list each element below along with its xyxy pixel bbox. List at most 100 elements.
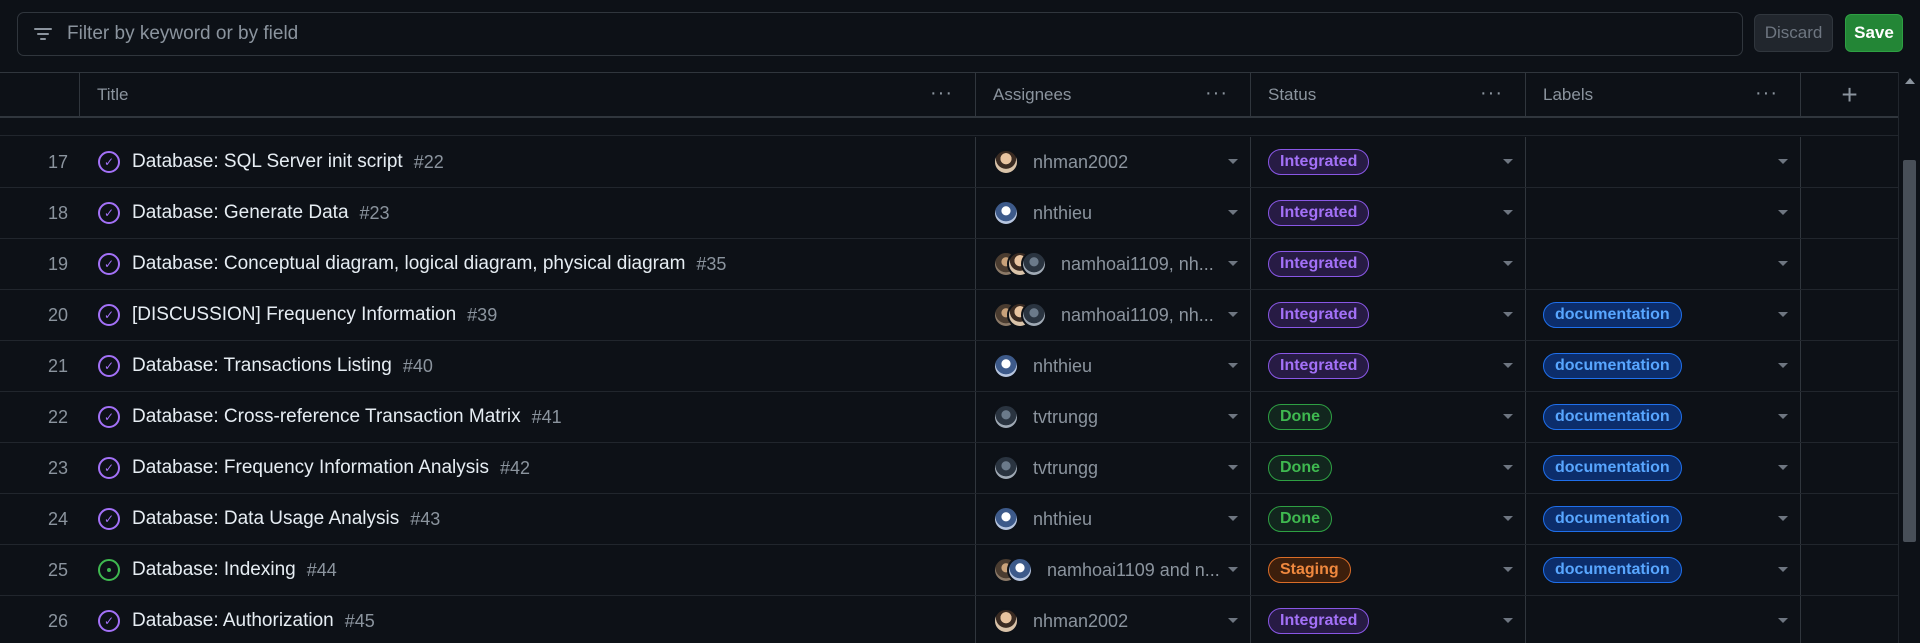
- chevron-down-icon[interactable]: [1503, 363, 1513, 368]
- issue-title-link[interactable]: Database: Transactions Listing: [132, 355, 392, 377]
- title-cell[interactable]: ✓ Database: Data Usage Analysis #43: [80, 494, 976, 544]
- chevron-down-icon[interactable]: [1228, 414, 1238, 419]
- status-cell[interactable]: Done: [1251, 494, 1526, 544]
- table-row[interactable]: 24 ✓ Database: Data Usage Analysis #43 nhthi…: [0, 494, 1898, 545]
- table-row[interactable]: 17 ✓ Database: SQL Server init script #22 nh…: [0, 137, 1898, 188]
- chevron-down-icon[interactable]: [1503, 414, 1513, 419]
- title-cell[interactable]: ✓ Database: Authorization #45: [80, 596, 976, 643]
- filter-input[interactable]: [67, 23, 1667, 45]
- issue-title-link[interactable]: [DISCUSSION] Frequency Information: [132, 304, 456, 326]
- assignees-cell[interactable]: tvtrungg: [976, 443, 1251, 493]
- chevron-down-icon[interactable]: [1228, 567, 1238, 572]
- status-cell[interactable]: Integrated: [1251, 239, 1526, 289]
- issue-title-link[interactable]: Database: Cross-reference Transaction Ma…: [132, 406, 521, 428]
- table-row[interactable]: 21 ✓ Database: Transactions Listing #40 nhth…: [0, 341, 1898, 392]
- chevron-down-icon[interactable]: [1503, 618, 1513, 623]
- chevron-down-icon[interactable]: [1778, 210, 1788, 215]
- chevron-down-icon[interactable]: [1228, 210, 1238, 215]
- vertical-scrollbar[interactable]: [1898, 72, 1920, 643]
- chevron-down-icon[interactable]: [1778, 261, 1788, 266]
- chevron-down-icon[interactable]: [1778, 567, 1788, 572]
- issue-title-link[interactable]: Database: Conceptual diagram, logical di…: [132, 253, 685, 275]
- scroll-up-arrow-icon[interactable]: [1905, 78, 1915, 84]
- column-menu-icon[interactable]: ···: [930, 83, 953, 103]
- labels-cell[interactable]: documentation: [1526, 341, 1801, 391]
- chevron-down-icon[interactable]: [1778, 159, 1788, 164]
- labels-cell[interactable]: documentation: [1526, 494, 1801, 544]
- chevron-down-icon[interactable]: [1503, 159, 1513, 164]
- chevron-down-icon[interactable]: [1228, 159, 1238, 164]
- table-row[interactable]: 22 ✓ Database: Cross-reference Transaction…: [0, 392, 1898, 443]
- status-cell[interactable]: Integrated: [1251, 188, 1526, 238]
- chevron-down-icon[interactable]: [1503, 465, 1513, 470]
- title-cell[interactable]: ✓ Database: Transactions Listing #40: [80, 341, 976, 391]
- labels-cell[interactable]: documentation: [1526, 392, 1801, 442]
- column-menu-icon[interactable]: ···: [1480, 83, 1503, 103]
- column-header-status[interactable]: Status ···: [1251, 73, 1526, 117]
- issue-title-link[interactable]: Database: Indexing: [132, 559, 296, 581]
- table-row[interactable]: 25 Database: Indexing #44 namhoai1109 and n…: [0, 545, 1898, 596]
- issue-title-link[interactable]: Database: Generate Data: [132, 202, 349, 224]
- issue-title-link[interactable]: Database: Authorization: [132, 610, 334, 632]
- status-cell[interactable]: Integrated: [1251, 341, 1526, 391]
- assignees-cell[interactable]: nhthieu: [976, 494, 1251, 544]
- status-cell[interactable]: Done: [1251, 443, 1526, 493]
- column-header-assignees[interactable]: Assignees ···: [976, 73, 1251, 117]
- column-menu-icon[interactable]: ···: [1205, 83, 1228, 103]
- chevron-down-icon[interactable]: [1778, 414, 1788, 419]
- assignees-cell[interactable]: nhthieu: [976, 188, 1251, 238]
- filter-input-box[interactable]: [17, 12, 1743, 56]
- status-cell[interactable]: Integrated: [1251, 290, 1526, 340]
- labels-cell[interactable]: [1526, 188, 1801, 238]
- chevron-down-icon[interactable]: [1778, 618, 1788, 623]
- table-row[interactable]: 23 ✓ Database: Frequency Information Analy…: [0, 443, 1898, 494]
- column-menu-icon[interactable]: ···: [1755, 83, 1778, 103]
- chevron-down-icon[interactable]: [1228, 618, 1238, 623]
- chevron-down-icon[interactable]: [1503, 261, 1513, 266]
- chevron-down-icon[interactable]: [1503, 567, 1513, 572]
- labels-cell[interactable]: [1526, 137, 1801, 187]
- issue-title-link[interactable]: Database: Frequency Information Analysis: [132, 457, 489, 479]
- save-button[interactable]: Save: [1845, 14, 1903, 52]
- assignees-cell[interactable]: tvtrungg: [976, 392, 1251, 442]
- labels-cell[interactable]: [1526, 596, 1801, 643]
- chevron-down-icon[interactable]: [1228, 312, 1238, 317]
- labels-cell[interactable]: documentation: [1526, 545, 1801, 595]
- title-cell[interactable]: Database: Indexing #44: [80, 545, 976, 595]
- chevron-down-icon[interactable]: [1228, 261, 1238, 266]
- add-field-plus-icon[interactable]: +: [1801, 73, 1898, 117]
- status-cell[interactable]: Staging: [1251, 545, 1526, 595]
- labels-cell[interactable]: documentation: [1526, 290, 1801, 340]
- assignees-cell[interactable]: nhman2002: [976, 137, 1251, 187]
- chevron-down-icon[interactable]: [1503, 312, 1513, 317]
- labels-cell[interactable]: [1526, 239, 1801, 289]
- chevron-down-icon[interactable]: [1778, 312, 1788, 317]
- labels-cell[interactable]: documentation: [1526, 443, 1801, 493]
- status-cell[interactable]: Integrated: [1251, 596, 1526, 643]
- chevron-down-icon[interactable]: [1503, 210, 1513, 215]
- chevron-down-icon[interactable]: [1778, 363, 1788, 368]
- chevron-down-icon[interactable]: [1778, 465, 1788, 470]
- discard-button[interactable]: Discard: [1754, 14, 1833, 52]
- table-row[interactable]: 19 ✓ Database: Conceptual diagram, logical…: [0, 239, 1898, 290]
- scrollbar-thumb[interactable]: [1903, 160, 1916, 542]
- status-cell[interactable]: Integrated: [1251, 137, 1526, 187]
- title-cell[interactable]: ✓ Database: SQL Server init script #22: [80, 137, 976, 187]
- table-row[interactable]: 20 ✓ [DISCUSSION] Frequency Information #39…: [0, 290, 1898, 341]
- title-cell[interactable]: ✓ [DISCUSSION] Frequency Information #39: [80, 290, 976, 340]
- column-header-title[interactable]: Title ···: [80, 73, 976, 117]
- status-cell[interactable]: Done: [1251, 392, 1526, 442]
- assignees-cell[interactable]: nhthieu: [976, 341, 1251, 391]
- table-row[interactable]: 18 ✓ Database: Generate Data #23 nhthieu Inte…: [0, 188, 1898, 239]
- title-cell[interactable]: ✓ Database: Conceptual diagram, logical d…: [80, 239, 976, 289]
- chevron-down-icon[interactable]: [1228, 363, 1238, 368]
- title-cell[interactable]: ✓ Database: Generate Data #23: [80, 188, 976, 238]
- issue-title-link[interactable]: Database: SQL Server init script: [132, 151, 403, 173]
- assignees-cell[interactable]: namhoai1109, nh...: [976, 239, 1251, 289]
- column-header-labels[interactable]: Labels ···: [1526, 73, 1801, 117]
- assignees-cell[interactable]: namhoai1109, nh...: [976, 290, 1251, 340]
- title-cell[interactable]: ✓ Database: Cross-reference Transaction M…: [80, 392, 976, 442]
- assignees-cell[interactable]: nhman2002: [976, 596, 1251, 643]
- chevron-down-icon[interactable]: [1503, 516, 1513, 521]
- chevron-down-icon[interactable]: [1228, 516, 1238, 521]
